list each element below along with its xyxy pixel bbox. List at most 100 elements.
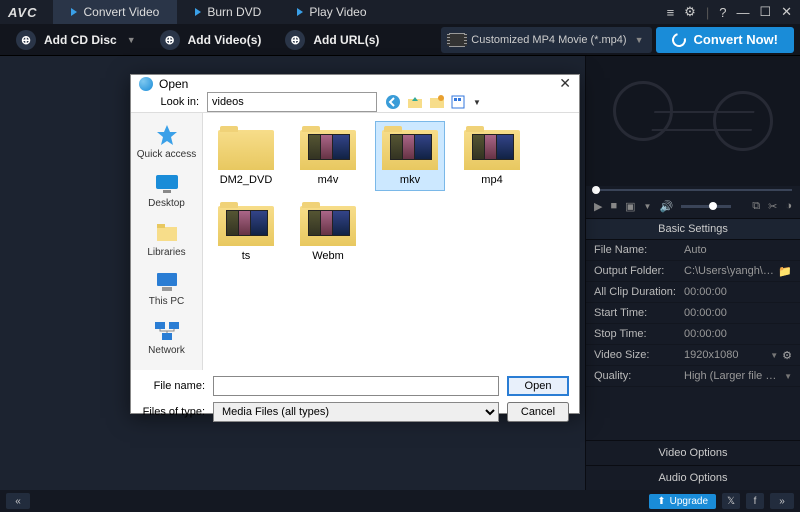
globe-icon: ⊕	[285, 30, 305, 50]
up-folder-icon[interactable]	[407, 94, 423, 110]
file-browser[interactable]: DM2_DVD m4v mkv mp4 ts Webm	[203, 113, 579, 370]
chevron-down-icon: ▼	[635, 35, 644, 45]
dialog-titlebar: Open ✕	[131, 75, 579, 92]
gear-icon[interactable]: ⚙	[782, 349, 792, 362]
tab-label: Convert Video	[83, 5, 159, 19]
file-name-input[interactable]	[213, 376, 499, 396]
folder-label: Webm	[298, 250, 358, 262]
view-menu-icon[interactable]	[451, 94, 467, 110]
app-brand: AVC	[8, 5, 37, 20]
settings-icon[interactable]: ⚙	[684, 4, 696, 20]
window-controls: ≡ ⚙ | ? — ☐ ✕	[667, 4, 792, 20]
place-libraries[interactable]: Libraries	[131, 217, 202, 266]
place-quick-access[interactable]: Quick access	[131, 119, 202, 168]
status-bar: « ⬆ Upgrade 𝕏 f »	[0, 490, 800, 512]
film-plus-icon: ⊕	[160, 30, 180, 50]
look-in-label: Look in:	[139, 96, 199, 108]
filmstrip-placeholder-icon	[613, 81, 773, 161]
stop-icon[interactable]: ■	[610, 200, 617, 212]
place-network[interactable]: Network	[131, 315, 202, 364]
place-desktop[interactable]: Desktop	[131, 168, 202, 217]
open-file-dialog: Open ✕ Look in: ▼ Quick access Desktop L…	[130, 74, 580, 414]
setting-start-time: Start Time:00:00:00	[586, 303, 800, 324]
app-icon	[139, 77, 153, 91]
folder-label: mp4	[462, 174, 522, 186]
snapshot-icon[interactable]: ▣	[625, 200, 635, 213]
open-button[interactable]: Open	[507, 376, 569, 396]
tab-convert-video[interactable]: Convert Video	[53, 0, 177, 24]
chevron-down-icon[interactable]: ▼	[644, 202, 652, 211]
button-label: Add CD Disc	[44, 33, 117, 47]
button-label: Add URL(s)	[313, 33, 379, 47]
dialog-title: Open	[159, 77, 188, 91]
add-cd-disc-button[interactable]: ⊕Add CD Disc▼	[6, 27, 146, 53]
collapse-right-button[interactable]: »	[770, 493, 794, 509]
chevron-down-icon[interactable]: ▼	[473, 98, 481, 107]
folder-ts[interactable]: ts	[211, 197, 281, 267]
add-urls-button[interactable]: ⊕ Add URL(s)	[275, 27, 389, 53]
audio-options-button[interactable]: Audio Options	[586, 465, 800, 490]
back-icon[interactable]	[385, 94, 401, 110]
refresh-icon	[669, 30, 688, 49]
play-icon	[71, 8, 77, 16]
places-bar: Quick access Desktop Libraries This PC N…	[131, 113, 203, 370]
folder-label: DM2_DVD	[216, 174, 276, 186]
setting-clip-duration: All Clip Duration:00:00:00	[586, 282, 800, 303]
volume-slider[interactable]	[681, 205, 731, 208]
setting-output-folder: Output Folder:C:\Users\yangh\Videos...📁	[586, 261, 800, 282]
twitter-icon[interactable]: 𝕏	[722, 493, 740, 509]
close-icon[interactable]: ✕	[781, 4, 792, 20]
folder-webm[interactable]: Webm	[293, 197, 363, 267]
folder-label: ts	[216, 250, 276, 262]
help-icon[interactable]: ?	[719, 5, 726, 20]
output-profile-dropdown[interactable]: Customized MP4 Movie (*.mp4) ▼	[441, 27, 651, 53]
new-folder-icon[interactable]	[429, 94, 445, 110]
crop-icon[interactable]: ⧉	[752, 200, 760, 213]
collapse-left-button[interactable]: «	[6, 493, 30, 509]
cancel-button[interactable]: Cancel	[507, 402, 569, 422]
chevron-down-icon: ▼	[784, 372, 792, 381]
dialog-footer: File name: Open Files of type: Media Fil…	[131, 370, 579, 438]
profile-label: Customized MP4 Movie (*.mp4)	[471, 34, 626, 46]
folder-dm2_dvd[interactable]: DM2_DVD	[211, 121, 281, 191]
folder-mp4[interactable]: mp4	[457, 121, 527, 191]
setting-video-size[interactable]: Video Size:1920x1080▼⚙	[586, 345, 800, 366]
menu-icon[interactable]: ≡	[667, 5, 675, 20]
tab-play-video[interactable]: Play Video	[279, 0, 384, 24]
folder-mkv[interactable]: mkv	[375, 121, 445, 191]
play-icon[interactable]: ▶	[594, 200, 602, 213]
mode-tabs: Convert Video Burn DVD Play Video	[53, 0, 384, 24]
video-options-button[interactable]: Video Options	[586, 440, 800, 465]
place-this-pc[interactable]: This PC	[131, 266, 202, 315]
folder-m4v[interactable]: m4v	[293, 121, 363, 191]
playback-controls: ▶ ■ ▣ ▼ 🔊 ⧉ ✂ ◑	[586, 194, 800, 218]
look-in-dropdown[interactable]	[207, 92, 377, 112]
play-icon	[297, 8, 303, 16]
minimize-icon[interactable]: —	[736, 5, 749, 20]
title-bar: AVC Convert Video Burn DVD Play Video ≡ …	[0, 0, 800, 24]
add-videos-button[interactable]: ⊕ Add Video(s)	[150, 27, 272, 53]
chevron-down-icon: ▼	[127, 35, 136, 45]
setting-quality[interactable]: Quality:High (Larger file size)▼	[586, 366, 800, 387]
facebook-icon[interactable]: f	[746, 493, 764, 509]
tab-burn-dvd[interactable]: Burn DVD	[177, 0, 279, 24]
maximize-icon[interactable]: ☐	[759, 4, 771, 20]
preview-pane	[586, 56, 800, 186]
file-type-label: Files of type:	[141, 406, 205, 418]
file-type-dropdown[interactable]: Media Files (all types)	[213, 402, 499, 422]
convert-now-button[interactable]: Convert Now!	[656, 27, 795, 53]
cut-icon[interactable]: ✂	[768, 200, 777, 213]
folder-label: mkv	[380, 174, 440, 186]
upgrade-button[interactable]: ⬆ Upgrade	[649, 494, 716, 509]
folder-icon[interactable]: 📁	[778, 265, 792, 278]
dialog-body: Quick access Desktop Libraries This PC N…	[131, 112, 579, 370]
button-label: Upgrade	[670, 496, 708, 507]
timeline-slider[interactable]	[586, 186, 800, 194]
close-icon[interactable]: ✕	[559, 75, 571, 92]
volume-icon[interactable]: 🔊	[659, 200, 673, 213]
chevron-down-icon: ▼	[770, 351, 778, 360]
up-arrow-icon: ⬆	[657, 496, 665, 507]
button-label: Add Video(s)	[188, 33, 262, 47]
setting-file-name: File Name:Auto	[586, 240, 800, 261]
effects-icon[interactable]: ◑	[785, 200, 792, 212]
